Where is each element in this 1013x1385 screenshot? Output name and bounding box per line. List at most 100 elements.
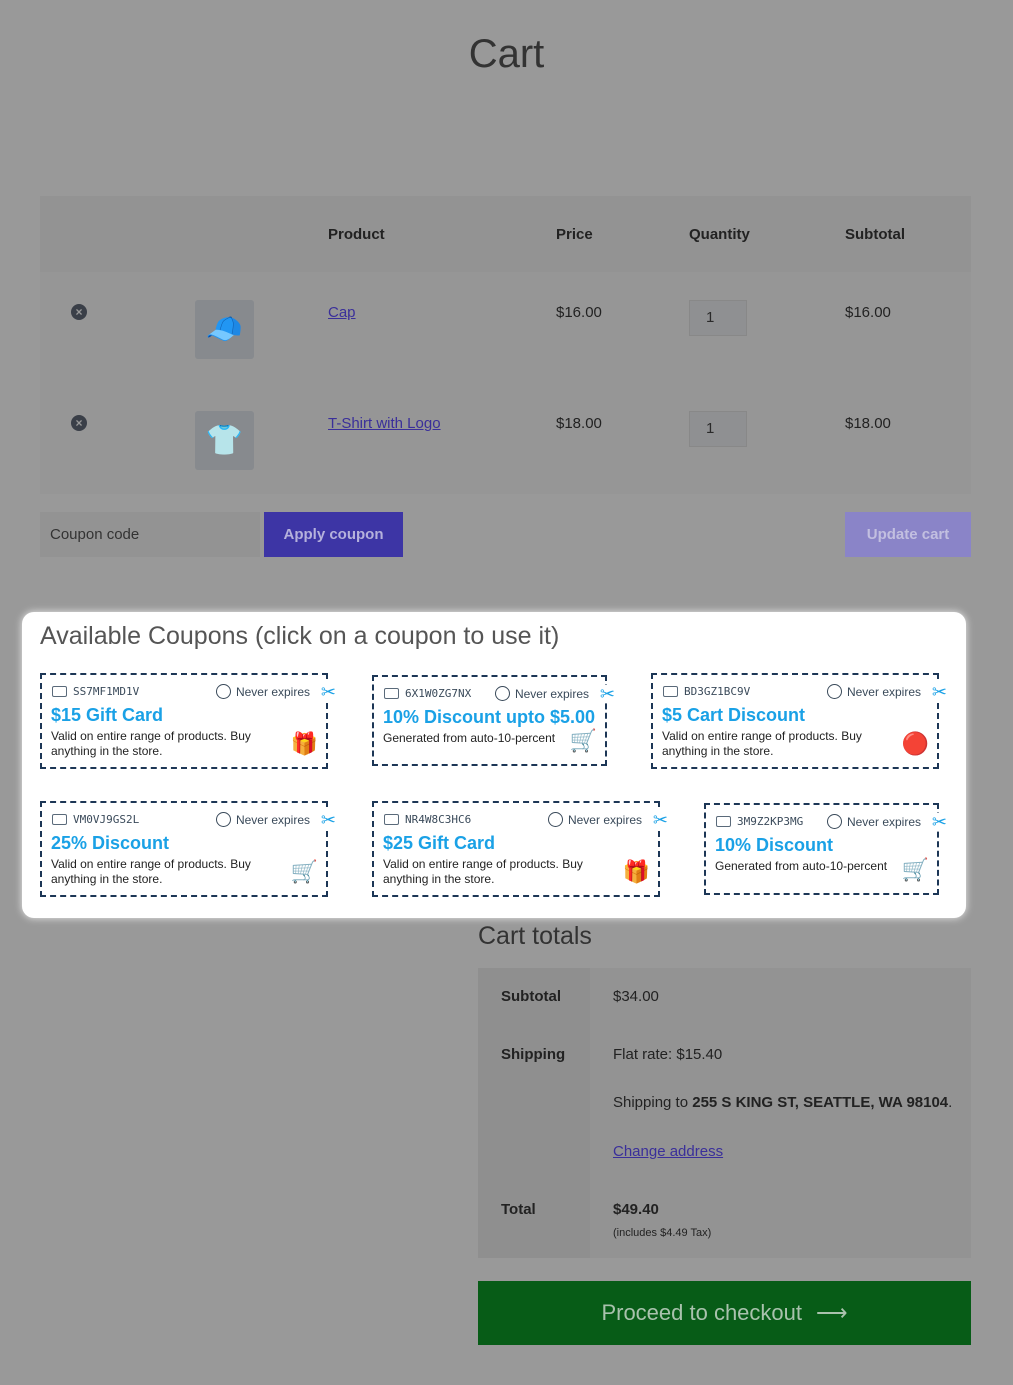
- coupon-code: SS7MF1MD1V: [52, 685, 139, 698]
- total-value: $49.40: [613, 1201, 659, 1218]
- coupon-code: BD3GZ1BC9V: [663, 685, 750, 698]
- coupon-title: $25 Gift Card: [383, 833, 496, 853]
- coupon-description: Valid on entire range of products. Buy a…: [662, 729, 862, 758]
- coupon-card[interactable]: VM0VJ9GS2L Never expires ✂ 25% Discount …: [40, 801, 336, 897]
- coupon-expiry: Never expires: [215, 812, 310, 827]
- product-link[interactable]: T-Shirt with Logo: [328, 415, 441, 432]
- coupon-title: 25% Discount: [51, 833, 170, 853]
- scissors-icon: ✂: [931, 812, 947, 832]
- cart-table-header: [40, 196, 971, 272]
- clock-icon: [494, 686, 510, 701]
- coupon-title: $15 Gift Card: [51, 705, 164, 725]
- subtotal: $18.00: [845, 415, 891, 432]
- remove-item-icon[interactable]: ×: [71, 304, 87, 320]
- scissors-icon: ✂: [599, 684, 615, 704]
- scissors-icon: ✂: [320, 682, 336, 702]
- page-title: Cart: [468, 32, 545, 76]
- clock-icon: [215, 684, 231, 699]
- coupon-code-text: 6X1W0ZG7NX: [405, 687, 472, 700]
- coupon-expiry: Never expires: [826, 814, 921, 829]
- price: $16.00: [556, 304, 602, 321]
- price: $18.00: [556, 415, 602, 432]
- coupon-description: Valid on entire range of products. Buy a…: [51, 729, 251, 758]
- coupon-code-text: VM0VJ9GS2L: [73, 813, 140, 826]
- cap-image[interactable]: 🧢: [195, 300, 254, 359]
- coupon-code: 6X1W0ZG7NX: [384, 687, 471, 700]
- coupons-title: Available Coupons (click on a coupon to …: [40, 622, 560, 650]
- scissors-icon: ✂: [320, 810, 336, 830]
- coupon-code: VM0VJ9GS2L: [52, 813, 139, 826]
- coupon-expiry: Never expires: [215, 684, 310, 699]
- shipping-to-prefix: Shipping to: [613, 1094, 693, 1111]
- coupon-expiry: Never expires: [547, 812, 642, 827]
- gift-icon: 🎁: [622, 859, 650, 884]
- arrow-right-icon: ⟶: [816, 1300, 848, 1325]
- cart-table-body: [40, 272, 971, 494]
- coupon-title: $5 Cart Discount: [662, 705, 806, 725]
- coupon-code-input[interactable]: Coupon code: [40, 512, 260, 557]
- header-subtotal: Subtotal: [845, 226, 905, 243]
- expiry-text: Never expires: [235, 684, 310, 699]
- coupon-title: 10% Discount: [715, 835, 834, 855]
- subtotal-value: $34.00: [613, 988, 659, 1005]
- quantity-input[interactable]: 1: [689, 411, 747, 447]
- header-product: Product: [328, 226, 385, 243]
- coupon-expiry: Never expires: [494, 686, 589, 701]
- coupon-card[interactable]: BD3GZ1BC9V Never expires ✂ $5 Cart Disco…: [651, 673, 947, 769]
- coupon-description: Valid on entire range of products. Buy a…: [383, 857, 583, 886]
- cart-icon: 🛒: [569, 728, 597, 753]
- coupon-card[interactable]: SS7MF1MD1V Never expires ✂ $15 Gift Card…: [40, 673, 336, 769]
- ticket-icon: [716, 816, 731, 827]
- expiry-text: Never expires: [846, 684, 921, 699]
- shipping-rate: Flat rate: $15.40: [613, 1046, 723, 1063]
- update-cart-button[interactable]: Update cart: [845, 512, 971, 557]
- checkout-label: Proceed to checkout: [601, 1300, 803, 1325]
- gift-icon: 🎁: [290, 731, 318, 756]
- quantity-input[interactable]: 1: [689, 300, 747, 336]
- expiry-text: Never expires: [514, 686, 589, 701]
- sale-badge-icon: 🔴: [901, 731, 929, 756]
- ticket-icon: [384, 814, 399, 825]
- subtotal-label: Subtotal: [501, 988, 561, 1005]
- coupon-expiry: Never expires: [826, 684, 921, 699]
- coupon-card[interactable]: 3M9Z2KP3MG Never expires ✂ 10% Discount …: [704, 803, 947, 895]
- shipping-destination: Shipping to 255 S KING ST, SEATTLE, WA 9…: [613, 1094, 953, 1111]
- clock-icon: [547, 812, 563, 827]
- total-label: Total: [501, 1201, 536, 1218]
- coupon-card[interactable]: 6X1W0ZG7NX Never expires ✂ 10% Discount …: [372, 675, 615, 766]
- proceed-to-checkout-button[interactable]: Proceed to checkout ⟶: [478, 1281, 971, 1345]
- subtotal: $16.00: [845, 304, 891, 321]
- coupon-code: 3M9Z2KP3MG: [716, 815, 803, 828]
- coupon-code: NR4W8C3HC6: [384, 813, 471, 826]
- cart-totals-title: Cart totals: [478, 922, 592, 950]
- clock-icon: [826, 814, 842, 829]
- clock-icon: [215, 812, 231, 827]
- remove-item-icon[interactable]: ×: [71, 415, 87, 431]
- ticket-icon: [663, 686, 678, 697]
- apply-coupon-button[interactable]: Apply coupon: [264, 512, 403, 557]
- coupon-description: Valid on entire range of products. Buy a…: [51, 857, 251, 886]
- coupon-code-text: 3M9Z2KP3MG: [737, 815, 804, 828]
- expiry-text: Never expires: [846, 814, 921, 829]
- cart-icon: 🛒: [901, 857, 929, 882]
- shipping-address: 255 S KING ST, SEATTLE, WA 98104: [692, 1094, 949, 1111]
- expiry-text: Never expires: [235, 812, 310, 827]
- coupon-code-text: SS7MF1MD1V: [73, 685, 140, 698]
- product-link[interactable]: Cap: [328, 304, 356, 321]
- shipping-label: Shipping: [501, 1046, 566, 1063]
- scissors-icon: ✂: [652, 810, 668, 830]
- coupon-code-text: BD3GZ1BC9V: [684, 685, 751, 698]
- tax-note: (includes $4.49 Tax): [613, 1227, 712, 1239]
- tshirt-image[interactable]: 👕: [195, 411, 254, 470]
- coupon-title: 10% Discount upto $5.00: [383, 707, 596, 727]
- change-address-link[interactable]: Change address: [613, 1143, 723, 1160]
- header-quantity: Quantity: [689, 226, 750, 243]
- coupon-code-text: NR4W8C3HC6: [405, 813, 472, 826]
- coupon-card[interactable]: NR4W8C3HC6 Never expires ✂ $25 Gift Card…: [372, 801, 668, 897]
- scissors-icon: ✂: [931, 682, 947, 702]
- clock-icon: [826, 684, 842, 699]
- ticket-icon: [384, 688, 399, 699]
- cart-icon: 🛒: [290, 859, 318, 884]
- ticket-icon: [52, 814, 67, 825]
- expiry-text: Never expires: [567, 812, 642, 827]
